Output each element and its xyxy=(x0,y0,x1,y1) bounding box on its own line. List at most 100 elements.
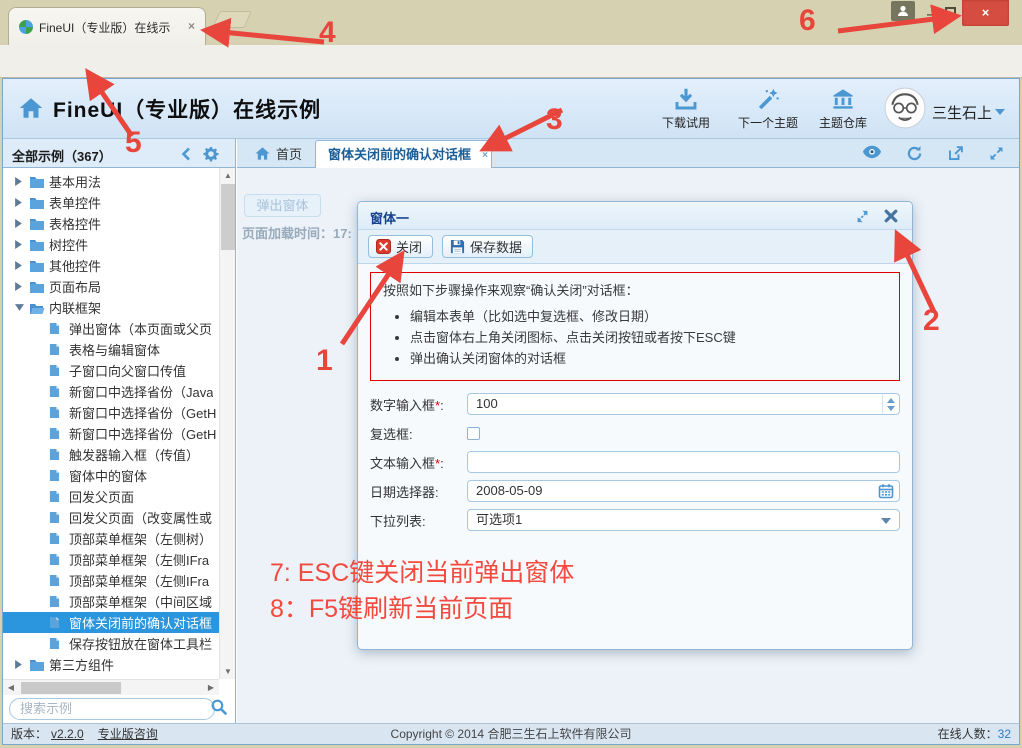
scroll-right-icon[interactable]: ▶ xyxy=(203,680,219,696)
file-icon xyxy=(49,553,69,566)
close-button[interactable]: 关闭 xyxy=(368,235,433,258)
home-icon[interactable] xyxy=(19,96,43,120)
tree-item[interactable]: 弹出窗体（本页面或父页 xyxy=(3,318,219,339)
tree-item[interactable]: 新窗口中选择省份（GetH xyxy=(3,402,219,423)
tree-expand-icon[interactable] xyxy=(15,198,29,207)
tree-item[interactable]: 基本用法 xyxy=(3,171,219,192)
eye-icon[interactable] xyxy=(862,145,882,159)
tree-item[interactable]: 表单控件 xyxy=(3,192,219,213)
horizontal-scrollbar[interactable]: ◀ ▶ xyxy=(3,679,219,695)
tab-home[interactable]: 首页 xyxy=(243,139,314,168)
popup-window-button[interactable]: 弹出窗体 xyxy=(244,194,321,217)
spinner-up-icon[interactable] xyxy=(887,398,895,403)
online-count: 32 xyxy=(998,727,1011,741)
tab-confirm-dialog[interactable]: 窗体关闭前的确认对话框 × xyxy=(315,140,492,168)
refresh-icon[interactable] xyxy=(906,145,923,162)
tree-item[interactable]: 回发父页面（改变属性或 xyxy=(3,507,219,528)
tree-item[interactable]: 顶部菜单框架（左侧IFra xyxy=(3,570,219,591)
spinner-buttons[interactable] xyxy=(882,394,899,414)
file-icon xyxy=(49,616,69,629)
vertical-scrollbar[interactable]: ▲ ▼ xyxy=(219,168,235,679)
browser-tab[interactable]: FineUI（专业版）在线示 × xyxy=(8,7,206,45)
browser-tab-close-icon[interactable]: × xyxy=(184,19,199,34)
window-close-button[interactable]: × xyxy=(962,0,1009,26)
tree-item[interactable]: 保存按钮放在窗体工具栏 xyxy=(3,633,219,654)
browser-toolbar: fineui.com/demo_pro/#/demo_pro/iframe/wi… xyxy=(0,45,1022,78)
fineui-page: FineUI（专业版）在线示例 下载试用 下一个主题 主题仓库 三生石上 全部示… xyxy=(2,78,1020,745)
tree-item[interactable]: 窗体中的窗体 xyxy=(3,465,219,486)
dialog-titlebar[interactable]: 窗体一 xyxy=(358,202,912,230)
user-menu-caret-icon[interactable] xyxy=(995,109,1005,115)
tree-item[interactable]: 触发器输入框（传值） xyxy=(3,444,219,465)
folder-open-icon xyxy=(29,301,49,315)
tree-expand-icon[interactable] xyxy=(15,282,29,291)
dialog-maximize-icon[interactable] xyxy=(855,209,870,224)
tree-expand-icon[interactable] xyxy=(15,660,29,669)
online-label: 在线人数： xyxy=(938,727,998,741)
window-minimize-button[interactable]: — xyxy=(925,2,941,20)
tree-item[interactable]: 顶部菜单框架（左侧IFra xyxy=(3,549,219,570)
tree-item[interactable]: 回发父页面 xyxy=(3,486,219,507)
username[interactable]: 三生石上 xyxy=(932,102,992,123)
scrollbar-thumb[interactable] xyxy=(221,184,235,250)
browser-profile-button[interactable] xyxy=(891,1,915,21)
tree-item-label: 触发器输入框（传值） xyxy=(69,445,199,464)
external-link-icon[interactable] xyxy=(947,145,964,162)
tree-item[interactable]: 新窗口中选择省份（GetH xyxy=(3,423,219,444)
tree-item-label: 新窗口中选择省份（GetH xyxy=(69,424,216,443)
tree-expand-icon[interactable] xyxy=(15,177,29,186)
user-avatar[interactable] xyxy=(884,87,926,129)
search-icon[interactable] xyxy=(210,698,227,715)
tree-item[interactable]: 内联框架 xyxy=(3,297,219,318)
tree-item[interactable]: 第三方组件 xyxy=(3,654,219,675)
dialog-close-icon[interactable] xyxy=(884,209,898,223)
sidebar-title: 全部示例（367） xyxy=(12,146,112,165)
save-data-button[interactable]: 保存数据 xyxy=(442,235,533,258)
theme-store-button[interactable]: 主题仓库 xyxy=(801,87,885,131)
tree-item[interactable]: 顶部菜单框架（中间区域 xyxy=(3,591,219,612)
tree-item-label: 第三方组件 xyxy=(49,655,114,674)
scroll-up-icon[interactable]: ▲ xyxy=(220,168,236,183)
tree-item[interactable]: 其他控件 xyxy=(3,255,219,276)
tree-item[interactable]: 新窗口中选择省份（Java xyxy=(3,381,219,402)
spinner-down-icon[interactable] xyxy=(887,406,895,411)
calendar-icon[interactable] xyxy=(878,483,894,499)
dropdown-caret-icon[interactable] xyxy=(881,518,891,524)
gear-icon[interactable] xyxy=(203,146,219,162)
tree-expand-icon[interactable] xyxy=(15,219,29,228)
scroll-left-icon[interactable]: ◀ xyxy=(3,680,19,696)
file-icon xyxy=(49,343,69,356)
field-label: 数字输入框*: xyxy=(370,395,467,414)
date-picker-input[interactable]: 2008-05-09 xyxy=(467,480,900,502)
new-tab-button[interactable] xyxy=(212,11,252,28)
tree-item[interactable]: 表格控件 xyxy=(3,213,219,234)
download-trial-button[interactable]: 下载试用 xyxy=(644,87,728,131)
expand-icon[interactable] xyxy=(988,145,1005,162)
search-input[interactable]: 搜索示例 xyxy=(9,698,215,720)
tree-item[interactable]: 页面布局 xyxy=(3,276,219,297)
collapse-sidebar-icon[interactable] xyxy=(181,147,191,161)
close-button-label: 关闭 xyxy=(396,237,422,256)
tree-expand-icon[interactable] xyxy=(15,261,29,270)
tree-item[interactable]: 窗体关闭前的确认对话框 xyxy=(3,612,219,633)
text-input[interactable] xyxy=(467,451,900,473)
scroll-down-icon[interactable]: ▼ xyxy=(220,664,236,679)
window-maximize-button[interactable] xyxy=(945,7,956,16)
tree-item[interactable]: 顶部菜单框架（左侧树） xyxy=(3,528,219,549)
tree-collapse-icon[interactable] xyxy=(15,304,29,311)
dropdown-select[interactable]: 可选项1 xyxy=(467,509,900,531)
tab-home-label: 首页 xyxy=(276,144,302,163)
dialog-window: 窗体一 关闭 保存数据 xyxy=(357,201,913,650)
checkbox[interactable] xyxy=(467,427,480,440)
tree-item-label: 子窗口向父窗口传值 xyxy=(69,361,186,380)
tab-close-icon[interactable]: × xyxy=(482,142,488,169)
next-theme-button[interactable]: 下一个主题 xyxy=(726,87,810,131)
tree-item[interactable]: 树控件 xyxy=(3,234,219,255)
tree-item[interactable]: 子窗口向父窗口传值 xyxy=(3,360,219,381)
tree-item[interactable]: 表格与编辑窗体 xyxy=(3,339,219,360)
number-input[interactable]: 100 xyxy=(467,393,900,415)
scrollbar-thumb[interactable] xyxy=(21,682,121,694)
tree-expand-icon[interactable] xyxy=(15,240,29,249)
page-title: FineUI（专业版）在线示例 xyxy=(53,94,321,124)
file-icon xyxy=(49,637,69,650)
